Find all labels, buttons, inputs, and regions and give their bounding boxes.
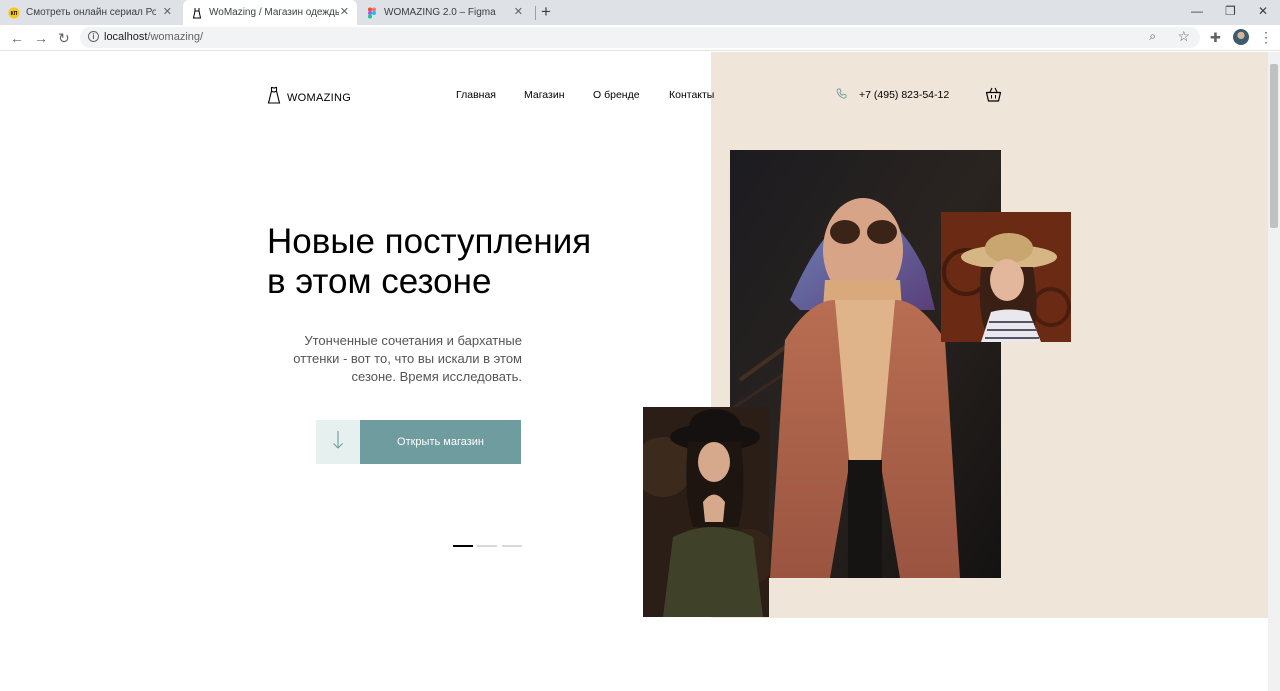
address-bar[interactable]: i localhost/womazing/ ⌕ ☆ xyxy=(80,27,1200,48)
open-shop-button[interactable]: Открыть магазин xyxy=(360,420,521,464)
logo[interactable]: WOMAZING xyxy=(267,86,351,109)
browser-tab-bar: КП Смотреть онлайн сериал Родко ✕ WoMazi… xyxy=(0,0,1280,25)
url-text: localhost/womazing/ xyxy=(104,31,203,43)
url-path: /womazing/ xyxy=(147,31,204,43)
dress-logo-icon xyxy=(267,86,281,109)
tab-separator xyxy=(535,6,536,20)
back-icon[interactable]: ← xyxy=(10,29,24,47)
nav-item-contacts[interactable]: Контакты xyxy=(669,89,714,101)
nav-item-about[interactable]: О бренде xyxy=(593,89,640,101)
kinopoisk-icon: КП xyxy=(8,7,20,19)
phone-number: +7 (495) 823-54-12 xyxy=(859,89,950,101)
restore-icon[interactable]: ❐ xyxy=(1225,4,1236,18)
tab-title: WOMAZING 2.0 – Figma xyxy=(384,7,496,18)
site-info-icon[interactable]: i xyxy=(88,31,99,42)
page-viewport: WOMAZING Главная Магазин О бренде Контак… xyxy=(0,52,1280,691)
zoom-icon[interactable]: ⌕ xyxy=(1149,29,1156,44)
arrow-down-icon xyxy=(332,430,344,455)
tab-title: WoMazing / Магазин одежды xyxy=(209,7,339,18)
close-icon[interactable]: ✕ xyxy=(163,7,172,18)
close-window-icon[interactable]: ✕ xyxy=(1258,4,1268,18)
browser-tab-2[interactable]: WoMazing / Магазин одежды ✕ xyxy=(183,0,357,25)
extensions-icon[interactable]: ✚ xyxy=(1210,30,1221,46)
tab-title: Смотреть онлайн сериал Родко xyxy=(26,7,156,18)
scrollbar-thumb[interactable] xyxy=(1270,64,1278,228)
phone-contact[interactable]: +7 (495) 823-54-12 xyxy=(836,88,949,102)
logo-text: WOMAZING xyxy=(287,91,352,104)
slider-dot-3[interactable] xyxy=(502,545,522,547)
nav-item-shop[interactable]: Магазин xyxy=(524,89,565,101)
hero-title-line-1: Новые поступления xyxy=(267,222,592,261)
hero-title: Новые поступления в этом сезоне xyxy=(267,222,591,302)
browser-tab-3[interactable]: WOMAZING 2.0 – Figma ✕ xyxy=(366,0,531,25)
slider-dot-2[interactable] xyxy=(477,545,497,547)
browser-tab-1[interactable]: КП Смотреть онлайн сериал Родко ✕ xyxy=(8,0,180,25)
svg-text:КП: КП xyxy=(11,11,18,17)
slider-dot-1[interactable] xyxy=(453,545,473,547)
reload-icon[interactable]: ↻ xyxy=(58,29,70,47)
phone-icon xyxy=(836,88,847,102)
browser-toolbar: ← → ↻ i localhost/womazing/ ⌕ ☆ xyxy=(0,25,1280,51)
browser-menu-icon[interactable]: ⋮ xyxy=(1259,29,1273,46)
cart-icon[interactable] xyxy=(985,86,1002,108)
bookmark-star-icon[interactable]: ☆ xyxy=(1177,28,1190,45)
hero-photo-hat xyxy=(941,212,1071,342)
new-tab-button[interactable]: + xyxy=(541,2,551,22)
hero-photo-dark xyxy=(643,407,769,617)
scroll-down-button[interactable] xyxy=(316,420,360,464)
figma-icon xyxy=(366,7,378,19)
page-scrollbar[interactable] xyxy=(1268,52,1280,691)
close-icon[interactable]: ✕ xyxy=(340,7,349,18)
nav-item-home[interactable]: Главная xyxy=(456,89,496,101)
minimize-icon[interactable]: — xyxy=(1191,4,1203,18)
url-host: localhost xyxy=(104,31,148,43)
close-icon[interactable]: ✕ xyxy=(514,7,523,18)
dress-icon xyxy=(191,7,203,19)
forward-icon[interactable]: → xyxy=(34,29,48,47)
hero-title-line-2: в этом сезоне xyxy=(267,262,492,301)
hero-subtitle: Утонченные сочетания и бархатные оттенки… xyxy=(293,333,522,384)
profile-avatar[interactable] xyxy=(1233,29,1249,45)
